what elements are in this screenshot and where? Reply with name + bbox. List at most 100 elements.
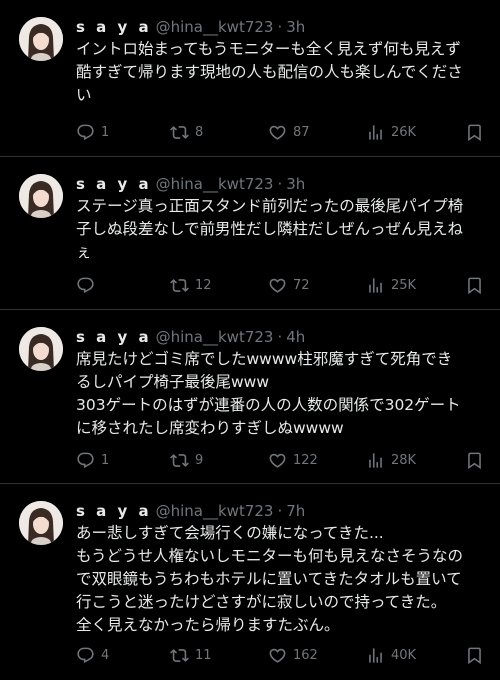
- timeline-feed: s a y a @hina__kwt723 · 3h イントロ始まってもうモニタ…: [0, 0, 500, 680]
- like-button[interactable]: 87: [268, 123, 310, 142]
- retweet-icon: [170, 453, 189, 467]
- avatar[interactable]: [19, 174, 63, 218]
- reply-count: 1: [101, 124, 110, 140]
- tweet[interactable]: s a y a @hina__kwt723 · 3h イントロ始まってもうモニタ…: [0, 0, 500, 157]
- tweet[interactable]: s a y a @hina__kwt723 · 7h あー悲しすぎて会場行くの嫌…: [0, 484, 500, 680]
- reply-icon: [77, 647, 94, 663]
- heart-icon: [269, 648, 286, 663]
- separator: ·: [277, 18, 283, 36]
- tweet-text-line: ステージ真っ正面スタンド前列だったの最後尾パイプ椅: [76, 197, 464, 215]
- tweet-text-line: ぇ: [76, 243, 92, 261]
- bookmark-icon: [468, 124, 481, 141]
- reply-button[interactable]: 1: [76, 451, 109, 470]
- tweet-text-line: るしパイプ椅子最後尾www: [76, 373, 270, 391]
- avatar[interactable]: [19, 327, 63, 371]
- retweet-button[interactable]: 8: [170, 123, 203, 142]
- like-button[interactable]: 122: [268, 451, 318, 470]
- display-name[interactable]: s a y a: [76, 174, 152, 194]
- retweet-button[interactable]: 11: [170, 646, 212, 665]
- tweet[interactable]: s a y a @hina__kwt723 · 3h ステージ真っ正面スタンド前…: [0, 157, 500, 310]
- bar-chart-icon: [369, 647, 382, 663]
- view-count: 40K: [391, 647, 417, 663]
- tweet-text-line: 子しぬ段差なしで前男性だし隣柱だしぜんっぜん見えね: [76, 220, 464, 238]
- views-button[interactable]: 40K: [366, 646, 416, 665]
- avatar-photo: [19, 501, 63, 545]
- like-count: 72: [293, 277, 310, 293]
- tweet-text-line: い: [76, 86, 92, 104]
- tweet-text-line: に移されたし席変わりすぎしぬwwww: [76, 419, 344, 437]
- display-name[interactable]: s a y a: [76, 17, 152, 37]
- retweet-button[interactable]: 12: [170, 276, 212, 295]
- tweet-header: s a y a @hina__kwt723 · 4h: [76, 327, 484, 347]
- user-handle[interactable]: @hina__kwt723: [156, 17, 274, 37]
- avatar-photo: [19, 17, 63, 61]
- timestamp[interactable]: 3h: [286, 174, 305, 194]
- retweet-icon: [170, 125, 189, 139]
- views-button[interactable]: 25K: [366, 276, 416, 295]
- bookmark-button[interactable]: [465, 123, 484, 142]
- heart-icon: [269, 453, 286, 468]
- avatar[interactable]: [19, 501, 63, 545]
- bar-chart-icon: [369, 277, 382, 293]
- like-count: 162: [293, 647, 318, 663]
- retweet-count: 12: [195, 277, 212, 293]
- tweet-text-line: で双眼鏡もうちわもホテルに置いてきたタオルも置いて: [76, 570, 462, 588]
- view-count: 26K: [391, 124, 417, 140]
- tweet-actions: 1 8 87 26K: [76, 122, 484, 142]
- tweet-actions: 12 72 25K: [76, 275, 484, 295]
- separator: ·: [277, 328, 283, 346]
- retweet-count: 8: [195, 124, 204, 140]
- tweet[interactable]: s a y a @hina__kwt723 · 4h 席見たけどゴミ席でしたww…: [0, 310, 500, 484]
- retweet-count: 11: [195, 647, 212, 663]
- user-handle[interactable]: @hina__kwt723: [156, 174, 274, 194]
- like-button[interactable]: 162: [268, 646, 318, 665]
- bookmark-button[interactable]: [465, 276, 484, 295]
- bar-chart-icon: [369, 124, 382, 140]
- tweet-text: ステージ真っ正面スタンド前列だったの最後尾パイプ椅 子しぬ段差なしで前男性だし隣…: [76, 195, 484, 264]
- reply-icon: [77, 277, 94, 293]
- reply-icon: [77, 452, 94, 468]
- tweet-text-line: 酷すぎて帰ります現地の人も配信の人も楽しんでくださ: [76, 63, 463, 81]
- separator: ·: [277, 502, 283, 520]
- tweet-text-line: 席見たけどゴミ席でしたwwww柱邪魔すぎて死角でき: [76, 350, 453, 368]
- retweet-icon: [170, 278, 189, 292]
- bookmark-button[interactable]: [465, 646, 484, 665]
- reply-count: 1: [101, 452, 110, 468]
- timestamp[interactable]: 7h: [286, 501, 305, 521]
- bookmark-icon: [468, 647, 481, 664]
- separator: ·: [277, 175, 283, 193]
- avatar-photo: [19, 174, 63, 218]
- reply-count: 4: [101, 647, 110, 663]
- tweet-text-line: イントロ始まってもうモニターも全く見えず何も見えず: [76, 40, 461, 58]
- user-handle[interactable]: @hina__kwt723: [156, 501, 274, 521]
- heart-icon: [269, 125, 286, 140]
- bookmark-button[interactable]: [465, 451, 484, 470]
- bookmark-icon: [468, 277, 481, 294]
- timestamp[interactable]: 4h: [286, 327, 305, 347]
- reply-button[interactable]: 1: [76, 123, 109, 142]
- views-button[interactable]: 26K: [366, 123, 416, 142]
- tweet-actions: 4 11 162 40K: [76, 645, 484, 665]
- heart-icon: [269, 278, 286, 293]
- like-button[interactable]: 72: [268, 276, 310, 295]
- reply-button[interactable]: [76, 276, 101, 295]
- reply-button[interactable]: 4: [76, 646, 109, 665]
- user-handle[interactable]: @hina__kwt723: [156, 327, 274, 347]
- view-count: 28K: [391, 452, 417, 468]
- tweet-header: s a y a @hina__kwt723 · 3h: [76, 17, 484, 37]
- tweet-text-line: 303ゲートのはずが連番の人の人数の関係で302ゲート: [76, 396, 461, 414]
- like-count: 87: [293, 124, 310, 140]
- display-name[interactable]: s a y a: [76, 327, 152, 347]
- retweet-icon: [170, 648, 189, 662]
- avatar[interactable]: [19, 17, 63, 61]
- retweet-count: 9: [195, 452, 204, 468]
- tweet-header: s a y a @hina__kwt723 · 3h: [76, 174, 484, 194]
- timestamp[interactable]: 3h: [286, 17, 305, 37]
- bar-chart-icon: [369, 452, 382, 468]
- bookmark-icon: [468, 452, 481, 469]
- display-name[interactable]: s a y a: [76, 501, 152, 521]
- views-button[interactable]: 28K: [366, 451, 416, 470]
- retweet-button[interactable]: 9: [170, 451, 203, 470]
- tweet-text-line: あー悲しすぎて会場行くの嫌になってきた...: [76, 524, 384, 542]
- tweet-text: イントロ始まってもうモニターも全く見えず何も見えず 酷すぎて帰ります現地の人も配…: [76, 38, 484, 107]
